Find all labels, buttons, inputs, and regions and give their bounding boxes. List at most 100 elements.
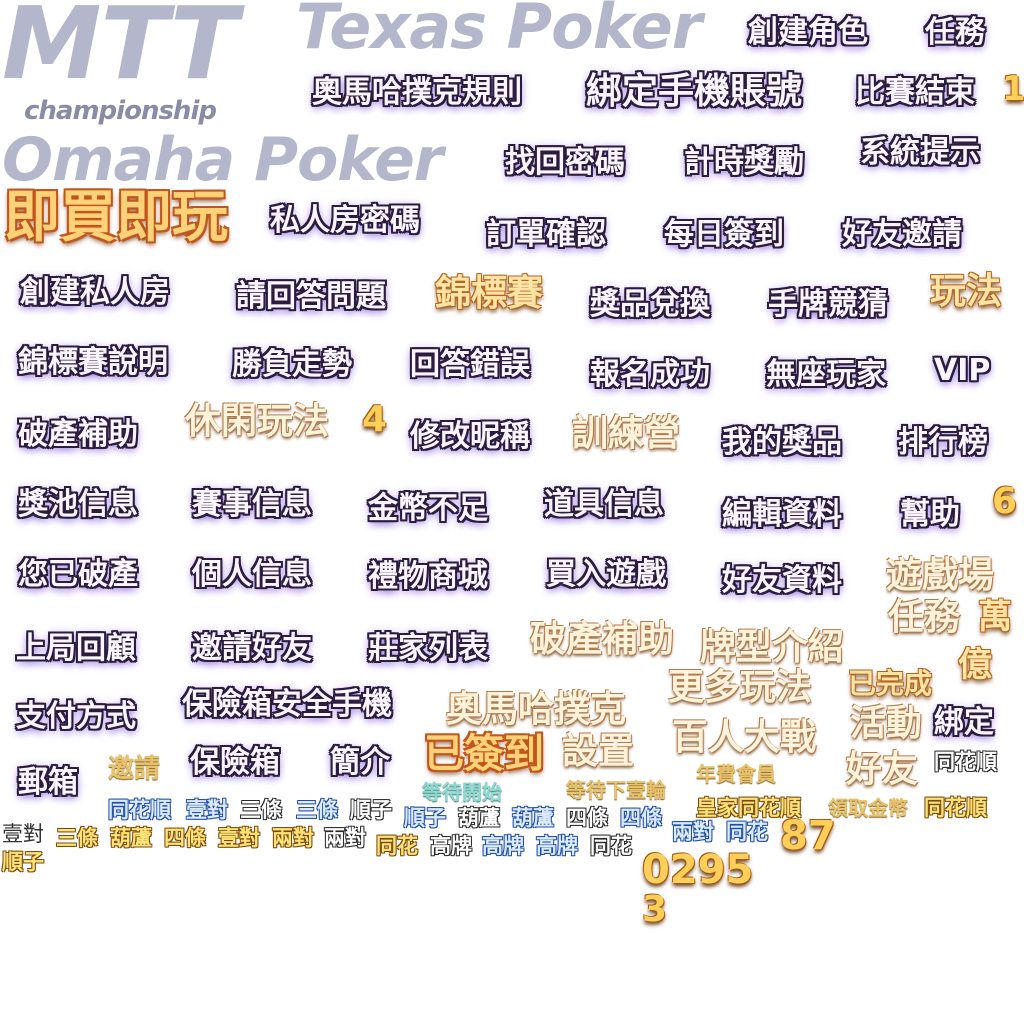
hand-label: 同花 xyxy=(726,820,768,844)
you-are-bankrupt-label: 您已破產 xyxy=(18,557,138,592)
omaha-rules-label: 奧馬哈撲克規則 xyxy=(312,75,522,110)
friend-profile-label: 好友資料 xyxy=(722,563,842,598)
hand-label: 兩對 xyxy=(272,826,314,850)
hand-label: 三條 xyxy=(296,798,338,822)
mtt-logo: MTT xyxy=(2,0,238,102)
buy-in-game-label: 買入遊戲 xyxy=(546,557,666,592)
hand-label: 三條 xyxy=(240,798,282,822)
hand-label: 三條 xyxy=(56,826,98,850)
last-hand-review-label: 上局回顧 xyxy=(16,631,136,666)
safe-phone-label: 保險箱安全手機 xyxy=(182,687,392,722)
number-4: 4 xyxy=(362,399,388,440)
ten-thousand-label: 萬 xyxy=(978,597,1012,637)
casual-play-label: 休閑玩法 xyxy=(185,401,330,442)
omaha-poker-logo: Omaha Poker xyxy=(2,125,443,195)
event-info-label: 賽事信息 xyxy=(192,487,312,522)
timed-reward-label: 計時獎勵 xyxy=(684,145,804,180)
event-activity-label: 活動 xyxy=(850,703,923,744)
edit-profile-label: 編輯資料 xyxy=(722,497,842,532)
game-lobby-label: 遊戲場 xyxy=(886,555,995,596)
private-room-password-label: 私人房密碼 xyxy=(270,203,420,238)
number-1: 1 xyxy=(1002,69,1024,109)
annual-member-label: 年費會員 xyxy=(696,762,776,786)
texas-poker-logo: Texas Poker xyxy=(296,0,702,63)
match-over-label: 比賽結束 xyxy=(855,75,975,110)
hand-label: 壹對 xyxy=(218,826,260,850)
signup-success-label: 報名成功 xyxy=(590,357,710,392)
hand-label: 葫蘆 xyxy=(512,806,554,830)
no-seat-players-label: 無座玩家 xyxy=(766,357,886,392)
hundred-million-label: 億 xyxy=(958,645,992,685)
buy-and-play-label: 即買即玩 xyxy=(4,185,228,250)
help-label: 幫助 xyxy=(900,497,960,532)
jackpot-info-label: 獎池信息 xyxy=(18,487,138,522)
hand-label: 順子 xyxy=(350,798,392,822)
hand-types-intro-label: 牌型介紹 xyxy=(700,627,845,668)
training-camp-label: 訓練營 xyxy=(572,413,681,454)
hand-label: 順子 xyxy=(404,806,446,830)
bind-label: 綁定 xyxy=(934,705,994,740)
hand-label: 高牌 xyxy=(482,834,524,858)
mailbox-label: 郵箱 xyxy=(18,765,78,800)
claim-coins-label: 領取金幣 xyxy=(828,796,908,820)
hand-label: 兩對 xyxy=(672,820,714,844)
invite-friends-label: 邀請好友 xyxy=(192,631,312,666)
payment-method-label: 支付方式 xyxy=(16,699,136,734)
find-password-label: 找回密碼 xyxy=(505,145,625,180)
hand-label: 兩對 xyxy=(324,826,366,850)
hand-guess-label: 手牌競猜 xyxy=(768,287,888,322)
friend-invite-label: 好友邀請 xyxy=(842,217,962,252)
tournament-rules-label: 錦標賽說明 xyxy=(18,345,168,380)
personal-info-label: 個人信息 xyxy=(192,557,312,592)
settings-label: 設置 xyxy=(562,731,635,772)
omaha-poker-cn-label: 奧馬哈撲克 xyxy=(446,689,627,730)
my-prizes-label: 我的獎品 xyxy=(722,425,842,460)
coins-insufficient-label: 金幣不足 xyxy=(368,491,488,526)
hand-label: 壹對 xyxy=(186,798,228,822)
gameplay-label: 玩法 xyxy=(930,271,1003,312)
change-nickname-label: 修改昵稱 xyxy=(410,419,530,454)
hand-label: 同花 xyxy=(590,834,632,858)
order-confirm-label: 訂單確認 xyxy=(486,217,606,252)
hand-label: 四條 xyxy=(620,806,662,830)
bankrupt-aid-gold-label: 破產補助 xyxy=(530,619,675,660)
hundred-battle-label: 百人大戰 xyxy=(672,717,817,758)
daily-checkin-label: 每日簽到 xyxy=(664,217,784,252)
invite-label: 邀請 xyxy=(108,754,161,784)
task-gold-label: 任務 xyxy=(888,597,961,638)
number-0295: 0295 xyxy=(642,847,754,893)
create-character-label: 創建角色 xyxy=(748,15,868,50)
gift-mall-label: 禮物商城 xyxy=(368,559,488,594)
tournament-label: 錦標賽 xyxy=(435,273,544,314)
hand-label: 葫蘆 xyxy=(110,826,152,850)
item-info-label: 道具信息 xyxy=(544,487,664,522)
vip-label: VIP xyxy=(934,353,991,388)
bankrupt-aid-label: 破產補助 xyxy=(18,417,138,452)
waiting-start-label: 等待開始 xyxy=(422,780,502,804)
completed-label: 已完成 xyxy=(848,667,933,700)
create-private-room-label: 創建私人房 xyxy=(20,275,170,310)
sprite-atlas: MTT Texas Poker championship Omaha Poker… xyxy=(0,0,1024,1024)
system-notice-label: 系統提示 xyxy=(860,135,980,170)
leaderboard-label: 排行榜 xyxy=(898,425,988,460)
tasks-label: 任務 xyxy=(925,15,985,50)
hand-label: 葫蘆 xyxy=(458,806,500,830)
hand-label: 高牌 xyxy=(430,834,472,858)
checked-in-label: 已簽到 xyxy=(424,731,544,777)
hand-label: 順子 xyxy=(2,850,44,874)
bind-phone-label: 綁定手機賬號 xyxy=(586,71,803,112)
championship-logo: championship xyxy=(24,96,217,126)
straight-flush-grey-label: 同花順 xyxy=(934,750,997,774)
hand-label: 四條 xyxy=(566,806,608,830)
safe-box-label: 保險箱 xyxy=(190,745,280,780)
intro-label: 簡介 xyxy=(330,745,390,780)
hand-label: 壹對 xyxy=(2,822,44,846)
more-gameplay-label: 更多玩法 xyxy=(668,667,813,708)
waiting-next-round-label: 等待下壹輪 xyxy=(566,778,666,802)
number-6: 6 xyxy=(992,481,1018,522)
friends-label: 好友 xyxy=(846,749,919,790)
answer-question-label: 請回答問題 xyxy=(236,279,386,314)
number-87: 87 xyxy=(780,813,836,859)
prize-exchange-label: 獎品兌換 xyxy=(590,287,710,322)
hand-label: 同花順 xyxy=(108,798,171,822)
